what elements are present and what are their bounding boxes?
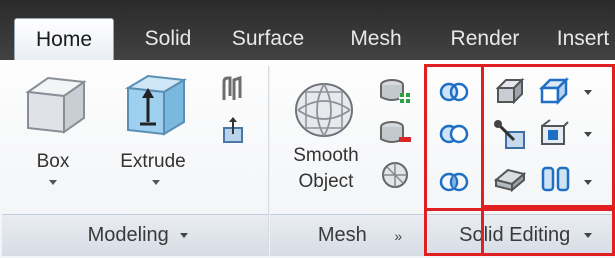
subtract-icon[interactable]: [438, 122, 470, 151]
box-dropdown-arrow[interactable]: [49, 180, 57, 185]
intersect-icon[interactable]: [438, 170, 470, 199]
chevron-down-icon[interactable]: [584, 180, 592, 185]
polysolid-icon[interactable]: [218, 74, 246, 109]
tab-mesh[interactable]: Mesh: [334, 18, 418, 60]
tab-insert[interactable]: Insert: [548, 18, 615, 60]
chevron-down-icon: [180, 233, 189, 238]
slice-icon[interactable]: [492, 118, 526, 155]
smooth-object-label-line2[interactable]: Object: [274, 170, 378, 194]
interfere-icon[interactable]: [494, 76, 526, 111]
smooth-object-label-line1[interactable]: Smooth: [274, 144, 378, 168]
dialog-launcher-icon[interactable]: »: [394, 228, 402, 244]
modeling-panel-title[interactable]: Modeling: [2, 214, 268, 256]
tab-render[interactable]: Render: [434, 18, 536, 60]
ribbon-tab-bar: Home Solid Surface Mesh Render Insert: [0, 0, 615, 66]
solid-editing-panel-title[interactable]: Solid Editing: [428, 214, 615, 256]
mesh-panel-title[interactable]: Mesh »: [270, 214, 428, 256]
tab-home[interactable]: Home: [14, 18, 114, 60]
tab-surface[interactable]: Surface: [218, 18, 318, 60]
extrude-icon[interactable]: [118, 72, 190, 143]
extrude-label[interactable]: Extrude: [108, 150, 198, 174]
extrude-dropdown-arrow[interactable]: [152, 180, 160, 185]
box-icon[interactable]: [20, 74, 90, 141]
mesh-smooth-more-icon[interactable]: [378, 76, 412, 111]
separate-icon[interactable]: [540, 164, 572, 199]
chevron-down-icon: [583, 233, 592, 238]
box-label[interactable]: Box: [26, 150, 80, 174]
shell-icon[interactable]: [493, 164, 527, 197]
extract-edges-icon[interactable]: [538, 76, 570, 111]
mesh-refine-icon[interactable]: [380, 160, 410, 195]
ribbon-window: Home Solid Surface Mesh Render Insert Bo…: [0, 0, 615, 258]
presspull-icon[interactable]: [218, 116, 248, 151]
chevron-down-icon[interactable]: [584, 132, 592, 137]
solid-editing-panel-label: Solid Editing: [459, 224, 571, 246]
union-icon[interactable]: [438, 80, 470, 109]
chevron-down-icon[interactable]: [584, 90, 592, 95]
mesh-panel-label: Mesh: [317, 224, 367, 246]
mesh-smooth-less-icon[interactable]: [378, 118, 412, 153]
modeling-panel-label: Modeling: [87, 224, 169, 246]
imprint-icon[interactable]: [538, 118, 570, 153]
tab-solid[interactable]: Solid: [130, 18, 206, 60]
smooth-object-icon[interactable]: [288, 72, 360, 147]
